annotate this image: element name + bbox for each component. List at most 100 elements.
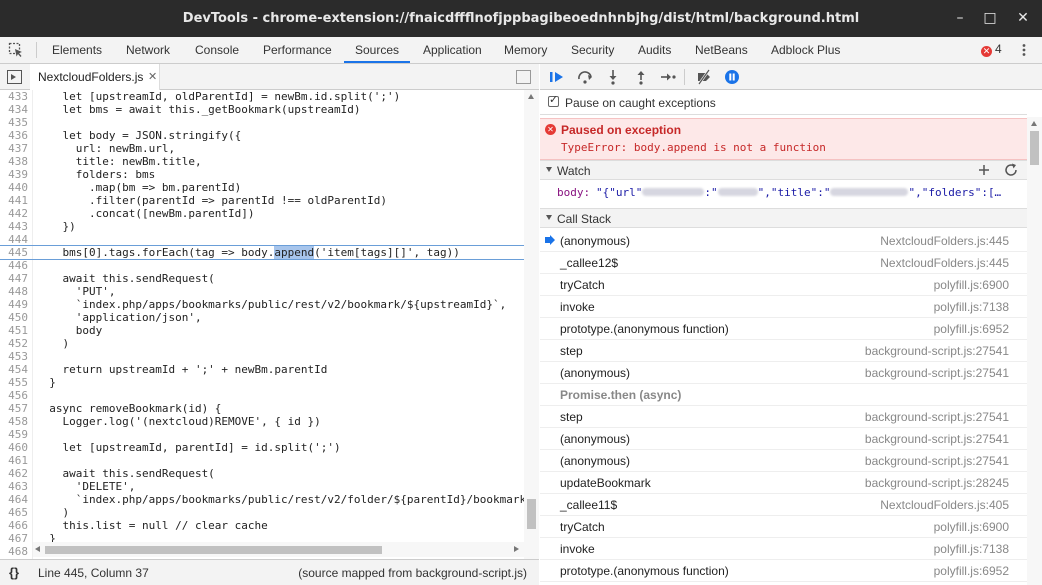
- code-line[interactable]: 460 let [upstreamId, parentId] = id.spli…: [0, 441, 524, 454]
- deactivate-breakpoints-icon[interactable]: [696, 69, 712, 85]
- frame-location[interactable]: NextcloudFolders.js:405: [880, 498, 1009, 512]
- tab-audits[interactable]: Audits: [638, 37, 671, 63]
- line-number[interactable]: 440: [0, 181, 28, 194]
- code-line[interactable]: 463 'DELETE',: [0, 480, 524, 493]
- frame-location[interactable]: background-script.js:27541: [865, 344, 1009, 358]
- tab-netbeans[interactable]: NetBeans: [695, 37, 748, 63]
- maximize-button[interactable]: □: [981, 9, 999, 27]
- line-number[interactable]: 445: [0, 246, 28, 259]
- line-number[interactable]: 463: [0, 480, 28, 493]
- call-frame[interactable]: updateBookmark background-script.js:28245: [540, 472, 1027, 494]
- minimize-button[interactable]: –: [951, 9, 969, 27]
- error-count-badge[interactable]: ✕ 4: [981, 42, 1002, 57]
- editor-horizontal-scrollbar[interactable]: [33, 542, 524, 557]
- line-number[interactable]: 435: [0, 116, 28, 129]
- line-number[interactable]: 441: [0, 194, 28, 207]
- close-icon[interactable]: ✕: [148, 64, 157, 90]
- toggle-navigator-icon[interactable]: [7, 70, 22, 84]
- code-line[interactable]: 438 title: newBm.title,: [0, 155, 524, 168]
- code-line[interactable]: 455 }: [0, 376, 524, 389]
- tab-elements[interactable]: Elements: [52, 37, 102, 63]
- resume-icon[interactable]: [549, 69, 565, 85]
- line-number[interactable]: 454: [0, 363, 28, 376]
- line-number[interactable]: 467: [0, 532, 28, 545]
- code-line[interactable]: 439 folders: bms: [0, 168, 524, 181]
- line-number[interactable]: 455: [0, 376, 28, 389]
- source-map-info[interactable]: (source mapped from background-script.js…: [298, 566, 527, 580]
- code-line[interactable]: 454 return upstreamId + ';' + newBm.pare…: [0, 363, 524, 376]
- code-editor[interactable]: 433 let [upstreamId, oldParentId] = newB…: [0, 90, 524, 585]
- code-line[interactable]: 447 await this.sendRequest(: [0, 272, 524, 285]
- editor-vertical-scrollbar[interactable]: [524, 90, 539, 585]
- scroll-up-icon[interactable]: [1031, 121, 1037, 126]
- code-line[interactable]: 451 body: [0, 324, 524, 337]
- call-frame[interactable]: _callee11$ NextcloudFolders.js:405: [540, 494, 1027, 516]
- line-number[interactable]: 456: [0, 389, 28, 402]
- callstack-section-header[interactable]: Call Stack: [540, 208, 1027, 228]
- code-line[interactable]: 453: [0, 350, 524, 363]
- code-line[interactable]: 465 ): [0, 506, 524, 519]
- call-frame[interactable]: (anonymous) background-script.js:27541: [540, 362, 1027, 384]
- tab-sources[interactable]: Sources: [344, 37, 411, 63]
- code-line[interactable]: 443 }): [0, 220, 524, 233]
- line-number[interactable]: 453: [0, 350, 28, 363]
- pause-on-exceptions-icon[interactable]: [724, 69, 740, 85]
- refresh-icon[interactable]: [1003, 162, 1019, 178]
- code-line[interactable]: 457 async removeBookmark(id) {: [0, 402, 524, 415]
- code-line[interactable]: 448 'PUT',: [0, 285, 524, 298]
- line-number[interactable]: 468: [0, 545, 28, 558]
- line-number[interactable]: 437: [0, 142, 28, 155]
- code-line[interactable]: 441 .filter(parentId => parentId !== old…: [0, 194, 524, 207]
- watch-section-header[interactable]: Watch: [540, 160, 1027, 180]
- step-icon[interactable]: [660, 69, 676, 85]
- tab-performance[interactable]: Performance: [263, 37, 332, 63]
- frame-location[interactable]: polyfill.js:6952: [934, 322, 1009, 336]
- step-over-icon[interactable]: [577, 69, 593, 85]
- code-line[interactable]: 433 let [upstreamId, oldParentId] = newB…: [0, 90, 524, 103]
- tab-security[interactable]: Security: [571, 37, 614, 63]
- call-frame[interactable]: invoke polyfill.js:7138: [540, 296, 1027, 318]
- call-frame[interactable]: (anonymous) background-script.js:27541: [540, 428, 1027, 450]
- line-number[interactable]: 436: [0, 129, 28, 142]
- code-line[interactable]: 440 .map(bm => bm.parentId): [0, 181, 524, 194]
- call-frame[interactable]: tryCatch polyfill.js:6900: [540, 274, 1027, 296]
- code-line[interactable]: 452 ): [0, 337, 524, 350]
- frame-location[interactable]: background-script.js:27541: [865, 432, 1009, 446]
- line-number[interactable]: 442: [0, 207, 28, 220]
- file-tab-nextcloudfolders[interactable]: NextcloudFolders.js ✕: [30, 64, 160, 90]
- call-frame[interactable]: prototype.(anonymous function) polyfill.j…: [540, 318, 1027, 340]
- scroll-thumb[interactable]: [1030, 131, 1039, 165]
- code-line[interactable]: 464 `index.php/apps/bookmarks/public/res…: [0, 493, 524, 506]
- pretty-print-button[interactable]: {}: [9, 565, 19, 580]
- line-number[interactable]: 459: [0, 428, 28, 441]
- tab-network[interactable]: Network: [126, 37, 170, 63]
- call-frame[interactable]: (anonymous) background-script.js:27541: [540, 450, 1027, 472]
- current-code-line[interactable]: 445 bms[0].tags.forEach(tag => body.appe…: [0, 245, 524, 260]
- call-frame[interactable]: _callee12$ NextcloudFolders.js:445: [540, 252, 1027, 274]
- call-frame[interactable]: prototype.(anonymous function) polyfill.j…: [540, 560, 1027, 582]
- line-number[interactable]: 443: [0, 220, 28, 233]
- frame-location[interactable]: polyfill.js:6900: [934, 278, 1009, 292]
- line-number[interactable]: 448: [0, 285, 28, 298]
- code-line[interactable]: 434 let bms = await this._getBookmark(up…: [0, 103, 524, 116]
- frame-location[interactable]: polyfill.js:7138: [934, 300, 1009, 314]
- code-line[interactable]: 450 'application/json',: [0, 311, 524, 324]
- line-number[interactable]: 434: [0, 103, 28, 116]
- scroll-thumb[interactable]: [527, 499, 536, 529]
- scroll-left-icon[interactable]: [35, 546, 40, 552]
- line-number[interactable]: 452: [0, 337, 28, 350]
- tab-application[interactable]: Application: [423, 37, 482, 63]
- scroll-up-icon[interactable]: [528, 94, 534, 99]
- inspect-element-icon[interactable]: [8, 42, 24, 58]
- scroll-thumb[interactable]: [45, 546, 382, 554]
- line-number[interactable]: 466: [0, 519, 28, 532]
- line-number[interactable]: 464: [0, 493, 28, 506]
- line-number[interactable]: 433: [0, 90, 28, 103]
- code-line[interactable]: 442 .concat([newBm.parentId]): [0, 207, 524, 220]
- code-line[interactable]: 462 await this.sendRequest(: [0, 467, 524, 480]
- call-frame[interactable]: invoke polyfill.js:7138: [540, 538, 1027, 560]
- frame-location[interactable]: background-script.js:28245: [865, 476, 1009, 490]
- line-number[interactable]: 462: [0, 467, 28, 480]
- tab-console[interactable]: Console: [195, 37, 239, 63]
- toggle-debugger-icon[interactable]: [516, 70, 531, 84]
